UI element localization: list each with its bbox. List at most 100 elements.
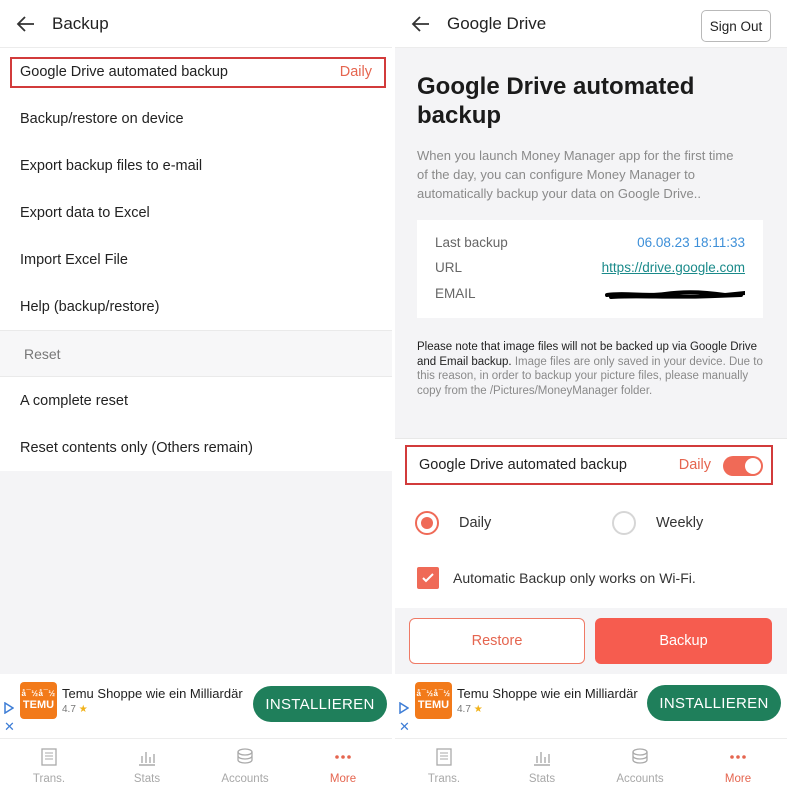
menu-item-label: A complete reset [20,392,128,409]
nav-item-more[interactable]: More [294,739,392,792]
install-button[interactable]: INSTALLIEREN [253,686,387,722]
backup-info-box: Last backup 06.08.23 18:11:33 URL https:… [417,220,763,318]
nav-label: More [329,773,357,785]
nav-item-trans[interactable]: Trans. [0,739,98,792]
app-bar: Google Drive Sign Out [395,0,787,48]
radio-weekly-label: Weekly [656,515,704,531]
backup-button[interactable]: Backup [595,618,772,664]
wifi-only-checkbox[interactable] [417,567,439,589]
backup-options: Google Drive automated backup Daily Dail… [395,438,787,608]
menu-item-import-excel[interactable]: Import Excel File [0,236,392,283]
more-dots-icon [730,755,746,759]
switch-knob [745,458,761,474]
ad-rating-value: 4.7 [457,704,471,715]
nav-item-accounts[interactable]: Accounts [591,739,689,792]
menu-item-label: Help (backup/restore) [20,298,160,315]
wifi-only-label: Automatic Backup only works on Wi-Fi. [453,570,696,586]
nav-item-stats[interactable]: Stats [98,739,196,792]
email-label: EMAIL [435,286,476,301]
nav-label: Stats [133,773,161,785]
app-bar: Backup [0,0,392,48]
ad-close-icon[interactable]: ✕ [399,719,410,735]
backup-screen: Backup Google Drive automated backup Dai… [0,0,392,792]
backup-menu: Google Drive automated backup Daily Back… [0,48,392,471]
backup-note: Please note that image files will not be… [417,340,767,398]
last-backup-label: Last backup [435,235,508,250]
menu-item-device-backup[interactable]: Backup/restore on device [0,95,392,142]
menu-item-label: Reset contents only (Others remain) [20,439,253,456]
nav-item-more[interactable]: More [689,739,787,792]
page-title: Google Drive [447,14,547,33]
temu-logo: å¯½å¯½ TEMU [20,682,57,719]
radio-daily[interactable] [415,511,439,535]
temu-logo-name: TEMU [417,699,450,711]
temu-logo: å¯½å¯½ TEMU [415,682,452,719]
ad-banner[interactable]: ✕ å¯½å¯½ TEMU Temu Shoppe wie ein Millia… [0,674,392,738]
url-link[interactable]: https://drive.google.com [602,260,745,275]
menu-item-complete-reset[interactable]: A complete reset [0,377,392,424]
nav-label: Trans. [32,773,66,785]
notebook-icon [41,748,57,766]
redacted-email [605,290,745,299]
nav-label: Accounts [616,773,664,785]
coins-icon [237,748,253,764]
coins-icon [632,748,648,764]
menu-item-export-excel[interactable]: Export data to Excel [0,189,392,236]
restore-button[interactable]: Restore [409,618,585,664]
menu-item-label: Google Drive automated backup [20,63,228,80]
email-row: EMAIL [435,286,745,306]
ad-close-icon[interactable]: ✕ [4,719,15,735]
url-label: URL [435,260,463,275]
section-header-reset: Reset [0,330,392,377]
menu-item-label: Backup/restore on device [20,110,184,127]
bar-chart-icon [139,752,155,766]
backup-info-card: Google Drive automated backup When you l… [395,48,787,438]
menu-item-help[interactable]: Help (backup/restore) [0,283,392,330]
ad-rating: 4.7 ★ [457,704,483,715]
bottom-nav: Trans. Stats Accounts More [395,738,787,792]
ad-choices-icon[interactable] [4,702,14,714]
menu-item-export-email[interactable]: Export backup files to e-mail [0,142,392,189]
description: When you launch Money Manager app for th… [417,148,734,201]
auto-backup-switch[interactable] [723,456,763,476]
menu-item-label: Import Excel File [20,251,128,268]
ad-title: Temu Shoppe wie ein Milliardär [62,686,243,701]
google-drive-screen: Google Drive Sign Out Google Drive autom… [395,0,787,792]
ad-title: Temu Shoppe wie ein Milliardär [457,686,638,701]
nav-label: Trans. [427,773,461,785]
more-dots-icon [335,755,351,759]
bottom-nav: Trans. Stats Accounts More [0,738,392,792]
temu-logo-top: å¯½å¯½ [21,689,56,698]
menu-item-google-drive-backup[interactable]: Google Drive automated backup Daily [0,48,392,95]
menu-item-label: Export data to Excel [20,204,150,221]
action-buttons: Restore Backup [395,608,787,674]
nav-label: Accounts [221,773,269,785]
arrow-left-icon[interactable] [409,12,433,36]
nav-item-trans[interactable]: Trans. [395,739,493,792]
last-backup-value: 06.08.23 18:11:33 [637,235,745,250]
section-title: Google Drive automated backup [417,73,695,129]
ad-rating: 4.7 ★ [62,704,88,715]
checkmark-icon [422,573,434,583]
auto-backup-toggle-row[interactable]: Google Drive automated backup Daily [405,445,773,485]
last-backup-row: Last backup 06.08.23 18:11:33 [435,235,745,255]
ad-banner[interactable]: ✕ å¯½å¯½ TEMU Temu Shoppe wie ein Millia… [395,674,787,738]
arrow-left-icon[interactable] [14,12,38,36]
menu-item-value: Daily [339,63,372,80]
radio-daily-label: Daily [459,515,492,531]
toggle-label: Google Drive automated backup [419,457,627,473]
toggle-value: Daily [678,457,711,473]
ad-choices-icon[interactable] [399,702,409,714]
menu-item-label: Export backup files to e-mail [20,157,203,174]
sign-out-button[interactable]: Sign Out [701,10,771,42]
temu-logo-name: TEMU [22,699,55,711]
temu-logo-top: å¯½å¯½ [416,689,451,698]
radio-weekly[interactable] [612,511,636,535]
nav-item-accounts[interactable]: Accounts [196,739,294,792]
nav-label: Stats [528,773,556,785]
menu-item-reset-contents[interactable]: Reset contents only (Others remain) [0,424,392,471]
nav-item-stats[interactable]: Stats [493,739,591,792]
install-button[interactable]: INSTALLIEREN [647,685,781,721]
star-icon: ★ [78,704,88,715]
nav-label: More [724,773,752,785]
